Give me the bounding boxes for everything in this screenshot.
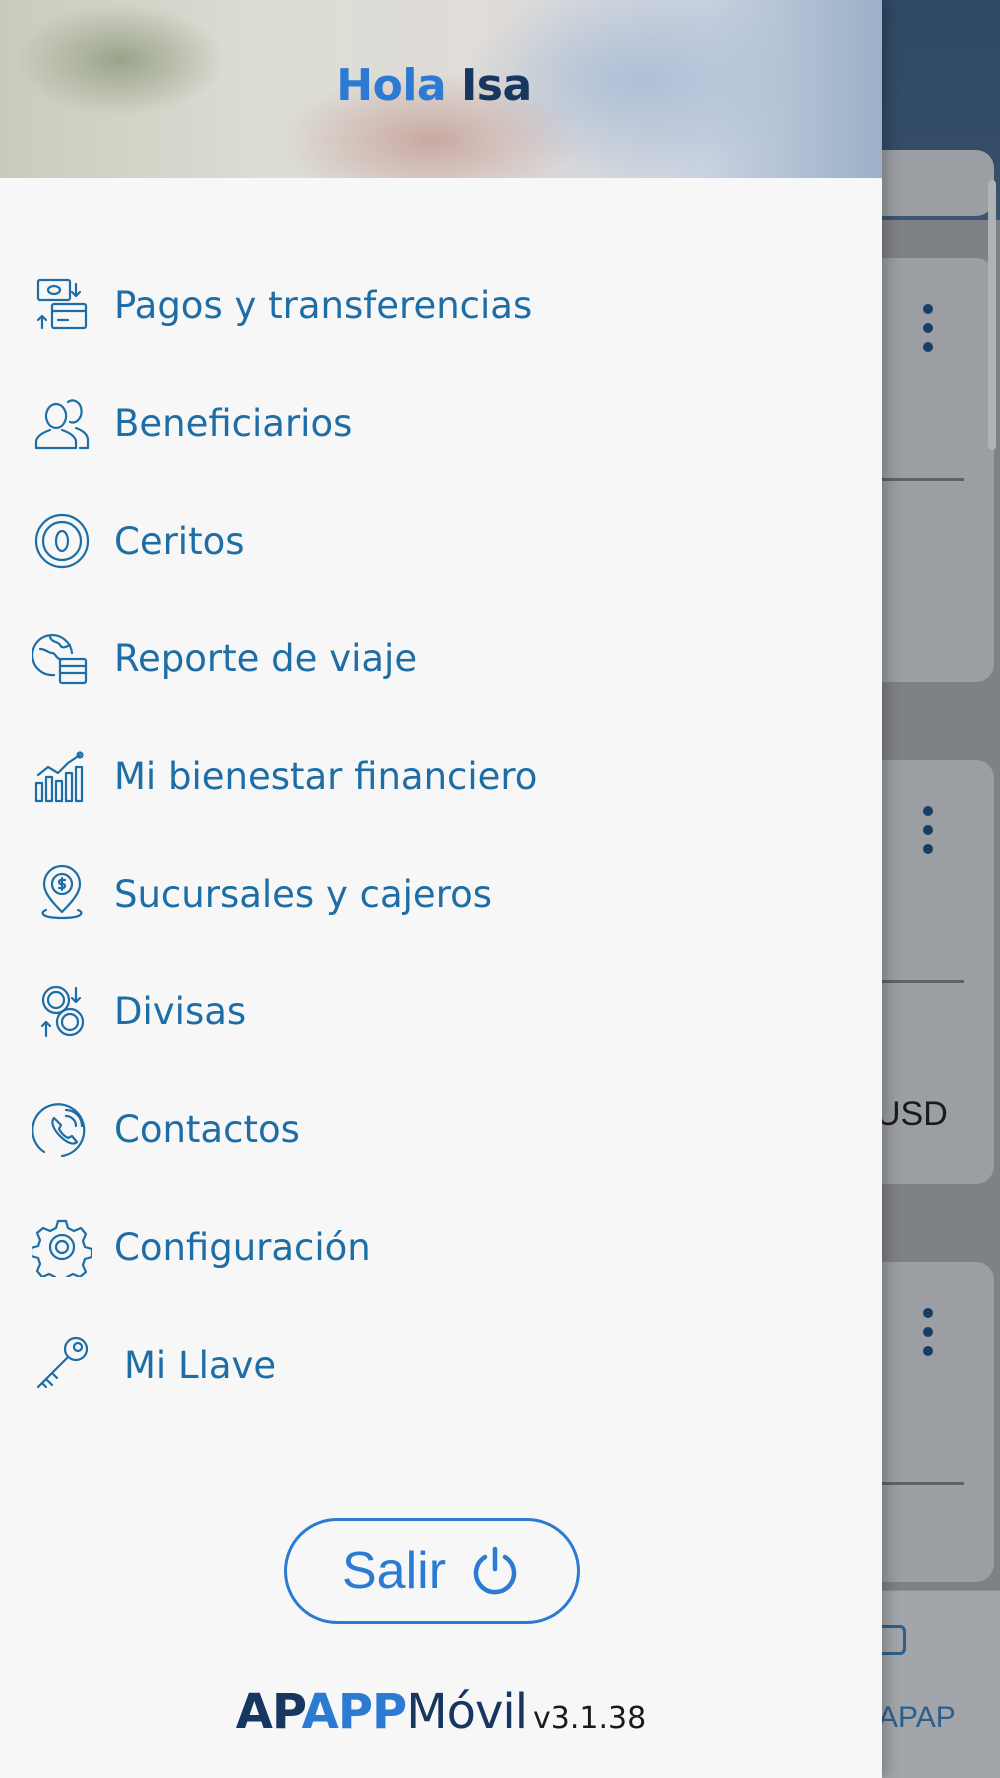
menu-label: Contactos — [114, 1108, 300, 1152]
travel-report-icon — [30, 627, 94, 691]
ceritos-coin-icon — [30, 509, 94, 573]
greeting-hola: Hola — [336, 60, 447, 111]
greeting: Hola Isa — [0, 60, 868, 111]
logout-label: Salir — [341, 1542, 447, 1600]
screen: USD APAP Hola Isa Pagos y transferencias — [0, 0, 1000, 1778]
background-divider — [882, 478, 964, 481]
menu-label: Divisas — [114, 990, 247, 1034]
menu-label: Sucursales y cajeros — [114, 872, 493, 916]
background-divider — [882, 980, 964, 983]
beneficiaries-icon — [30, 392, 94, 456]
menu-label: Configuración — [114, 1225, 371, 1269]
currency-exchange-icon — [30, 980, 94, 1044]
menu-item-bienestar[interactable]: Mi bienestar financiero — [0, 718, 882, 836]
background-currency-text: USD — [876, 1095, 948, 1133]
more-options-icon[interactable] — [920, 1308, 936, 1356]
drawer-menu: Pagos y transferencias Beneficiarios Cer… — [0, 247, 882, 1424]
contact-phone-icon — [30, 1098, 94, 1162]
power-icon — [473, 1546, 517, 1595]
payments-transfer-icon — [30, 274, 94, 338]
background-nav-label: APAP — [878, 1701, 956, 1734]
brand-ap: AP — [235, 1684, 303, 1740]
menu-item-pagos[interactable]: Pagos y transferencias — [0, 247, 882, 365]
menu-item-contactos[interactable]: Contactos — [0, 1071, 882, 1189]
brand-movil: Móvil — [406, 1684, 528, 1740]
settings-gear-icon — [30, 1215, 94, 1279]
more-options-icon[interactable] — [920, 304, 936, 352]
menu-label: Pagos y transferencias — [114, 284, 533, 328]
menu-item-ceritos[interactable]: Ceritos — [0, 482, 882, 600]
background-scrollbar — [988, 180, 996, 450]
menu-item-configuracion[interactable]: Configuración — [0, 1189, 882, 1307]
menu-item-mi-llave[interactable]: Mi Llave — [0, 1306, 882, 1424]
brand-app: APP — [301, 1684, 408, 1740]
menu-label: Ceritos — [114, 519, 245, 563]
menu-item-divisas[interactable]: Divisas — [0, 953, 882, 1071]
menu-item-reporte-viaje[interactable]: Reporte de viaje — [0, 600, 882, 718]
key-icon — [30, 1333, 94, 1397]
user-name: Isa — [460, 60, 532, 111]
navigation-drawer: Hola Isa Pagos y transferencias Benefici… — [0, 0, 882, 1778]
menu-item-beneficiarios[interactable]: Beneficiarios — [0, 365, 882, 483]
menu-label: Beneficiarios — [114, 402, 353, 446]
app-version: v3.1.38 — [533, 1701, 647, 1736]
app-brand-version: APAPPMóvil v3.1.38 — [0, 1684, 882, 1740]
branch-location-icon — [30, 862, 94, 926]
logout-button[interactable]: Salir — [284, 1518, 580, 1624]
more-options-icon[interactable] — [920, 806, 936, 854]
menu-label: Reporte de viaje — [114, 637, 418, 681]
menu-item-sucursales[interactable]: Sucursales y cajeros — [0, 835, 882, 953]
background-divider — [882, 1482, 964, 1485]
financial-wellbeing-chart-icon — [30, 745, 94, 809]
menu-label: Mi bienestar financiero — [114, 755, 538, 799]
menu-label: Mi Llave — [124, 1343, 277, 1387]
drawer-header: Hola Isa — [0, 0, 882, 178]
